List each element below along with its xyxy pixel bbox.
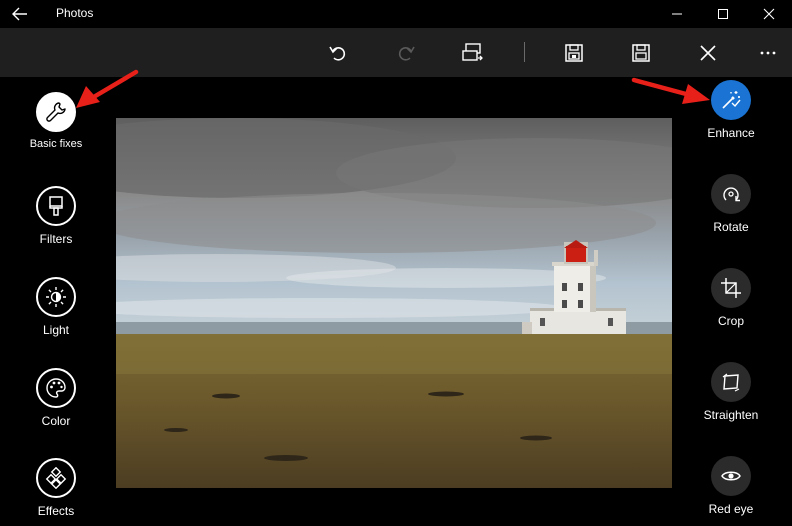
close-window-icon [763,8,775,20]
tool-label: Light [42,323,70,337]
tool-filters-button[interactable] [36,186,76,226]
sun-icon [46,287,66,307]
save-copy-icon [565,44,583,62]
maximize-icon [718,9,728,19]
tool-label: Effects [37,504,75,518]
tool-label: Basic fixes [29,138,83,150]
tool-label: Red eye [708,502,754,516]
tool-label: Filters [39,232,73,246]
tool-rotate[interactable]: Rotate [689,174,773,234]
compare-icon [462,43,483,61]
rotate-icon [723,187,740,202]
tool-label: Crop [717,314,744,328]
maximize-button[interactable] [700,0,746,28]
redo-button[interactable] [390,38,422,68]
undo-button[interactable] [322,38,354,68]
crop-icon [721,278,741,298]
tool-rotate-button[interactable] [711,174,751,214]
tool-crop-button[interactable] [711,268,751,308]
tool-color-button[interactable] [36,368,76,408]
tool-light-button[interactable] [36,277,76,317]
tool-color[interactable]: Color [14,368,98,428]
tool-red-eye-button[interactable] [711,456,751,496]
tool-light[interactable]: Light [14,277,98,337]
undo-icon [329,46,346,61]
tool-effects-button[interactable] [36,458,76,498]
tool-label: Color [41,414,71,428]
more-options-button[interactable] [752,38,784,68]
photo-canvas[interactable] [116,118,672,488]
back-arrow-icon [12,7,27,21]
close-editor-button[interactable] [692,38,724,68]
tool-enhance-button[interactable] [711,80,751,120]
close-icon [700,45,716,61]
minimize-button[interactable] [654,0,700,28]
save-icon [632,44,650,62]
close-window-button[interactable] [746,0,792,28]
lighthouse-photo [116,118,672,488]
tool-basic-fixes[interactable]: Basic fixes [14,92,98,150]
app-title: Photos [56,6,94,20]
tool-enhance[interactable]: Enhance [689,80,773,140]
eye-icon [721,471,741,481]
magic-wand-icon [722,91,741,109]
tool-label: Enhance [707,126,755,140]
back-button[interactable] [8,3,32,25]
title-bar: Photos [0,0,792,28]
save-copy-button[interactable] [558,38,590,68]
tool-crop[interactable]: Crop [689,268,773,328]
tool-straighten-button[interactable] [711,362,751,402]
tool-effects[interactable]: Effects [14,458,98,518]
editor-toolbar [0,28,792,77]
more-icon [760,51,776,55]
effects-icon [45,467,67,489]
tool-filters[interactable]: Filters [14,186,98,246]
brush-icon [49,196,63,216]
minimize-icon [672,13,682,15]
straighten-icon [722,373,740,392]
tool-label: Rotate [713,220,749,234]
tool-red-eye[interactable]: Red eye [689,456,773,516]
toolbar-separator [524,42,525,62]
redo-icon [398,46,415,61]
tool-straighten[interactable]: Straighten [689,362,773,422]
save-button[interactable] [625,38,657,68]
palette-icon [46,378,66,398]
wrench-icon [46,102,66,122]
tool-basic-fixes-button[interactable] [36,92,76,132]
compare-button[interactable] [457,38,489,68]
tool-label: Straighten [703,408,759,422]
